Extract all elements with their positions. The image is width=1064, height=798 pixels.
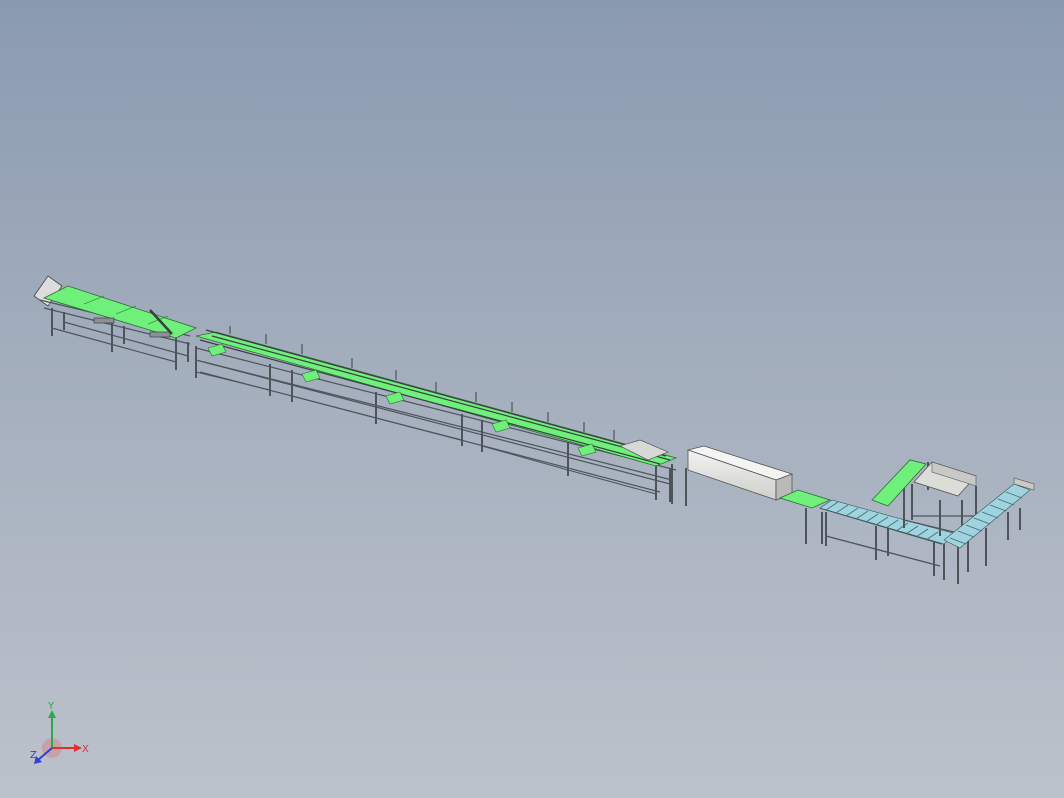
outfeed-belt-conveyor[interactable] [778, 489, 832, 544]
main-belt [195, 331, 678, 467]
main-side-chutes [207, 343, 597, 457]
x-axis-arrow-icon [74, 744, 82, 752]
z-axis-label: Z [30, 750, 37, 761]
axis-triad[interactable]: Y X Z [26, 700, 96, 770]
main-frame-rails [195, 347, 677, 493]
x-axis-label: X [82, 744, 89, 755]
main-sorting-conveyor[interactable] [195, 326, 678, 502]
housing-legs [671, 464, 687, 506]
tunnel-housing[interactable] [671, 445, 794, 506]
infeed-belt [42, 285, 198, 339]
infeed-conveyor[interactable] [33, 275, 198, 370]
assembly-model[interactable] [0, 0, 1064, 798]
y-axis-label: Y [47, 701, 55, 712]
3d-viewport[interactable]: Y X Z [0, 0, 1064, 798]
roller-conveyor[interactable] [819, 499, 957, 580]
outfeed-legs [805, 508, 823, 544]
